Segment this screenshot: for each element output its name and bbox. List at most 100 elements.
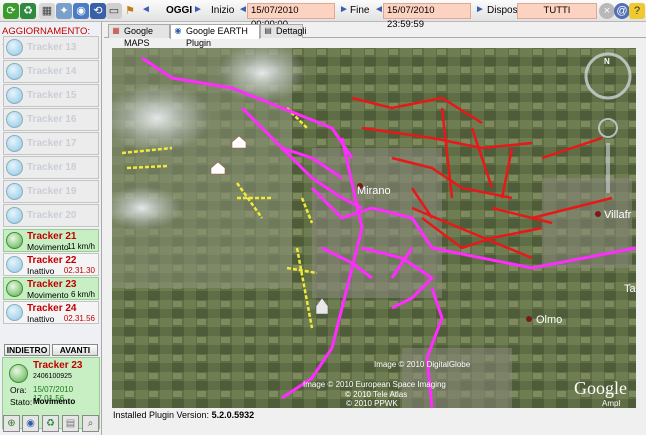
- end-next-button[interactable]: ►: [475, 4, 485, 15]
- place-label: Villafr: [604, 209, 632, 221]
- urban-area: [402, 348, 512, 408]
- tracker-status: Movimento: [27, 290, 69, 300]
- selected-tracker-name: Tracker 23: [33, 360, 83, 371]
- tracker-item[interactable]: Tracker 23 Movimento 6 km/h: [3, 277, 99, 300]
- end-datetime-field[interactable]: 15/07/2010 23:59:59: [383, 3, 471, 30]
- globe-icon[interactable]: ◉: [22, 415, 39, 432]
- tracker-inactive-icon: [6, 183, 23, 200]
- place-label: Olmo: [536, 314, 562, 326]
- tracker-item[interactable]: Tracker 19: [3, 180, 99, 203]
- calendar-icon[interactable]: ▦: [39, 3, 55, 19]
- place-dot-icon: [595, 211, 601, 217]
- tracker-item[interactable]: Tracker 24 Inattivo 02.31.56: [3, 301, 99, 324]
- tracker-item[interactable]: Tracker 21 Movimento 11 km/h: [3, 229, 99, 252]
- tracker-name: Tracker 23: [27, 279, 77, 290]
- monitor-icon[interactable]: ▭: [106, 3, 122, 19]
- map-tabs: ▦ Google MAPS ◉ Google EARTH Plugin ▤ De…: [104, 23, 646, 48]
- bottom-toolbar: ⊕ ◉ ♻ ▤ ⌕: [2, 415, 100, 433]
- tracker-item[interactable]: Tracker 17: [3, 132, 99, 155]
- tracker-name: Tracker 19: [27, 186, 77, 197]
- google-logo: Google: [574, 378, 627, 398]
- satellite-icon[interactable]: ✦: [56, 3, 72, 19]
- refresh-icon[interactable]: ⟳: [3, 3, 19, 19]
- start-next-button[interactable]: ►: [339, 4, 349, 15]
- details-icon: ▤: [264, 26, 272, 35]
- app-window: ⟳ ♻ ▦ ✦ ◉ ⟲ ▭ ⚑ ◄ OGGI ► Inizio ◄ 15/07/…: [0, 0, 646, 435]
- attribution-line: Image © 2010 European Space Imaging: [303, 380, 446, 389]
- document-icon[interactable]: ▤: [62, 415, 79, 432]
- tracker-name: Tracker 20: [27, 210, 77, 221]
- globe-icon[interactable]: ◉: [73, 3, 89, 19]
- locate-icon[interactable]: ⊕: [3, 415, 20, 432]
- tracker-name: Tracker 15: [27, 90, 77, 101]
- tracker-status: Inattivo: [27, 266, 55, 276]
- start-datetime-field[interactable]: 15/07/2010 00:00:00: [247, 3, 335, 30]
- compass-north-label: N: [604, 57, 610, 66]
- tracker-name: Tracker 21: [27, 231, 77, 242]
- tracker-inactive-icon: [6, 304, 23, 321]
- tracker-item[interactable]: Tracker 22 Inattivo 02.31.30: [3, 253, 99, 276]
- prev-day-button[interactable]: ◄: [141, 4, 151, 15]
- tracker-value: 02.31.56: [63, 314, 95, 323]
- tracker-item[interactable]: Tracker 16: [3, 108, 99, 131]
- back-button[interactable]: INDIETRO: [4, 344, 50, 356]
- tracker-active-icon: [9, 364, 28, 383]
- tracker-inactive-icon: [6, 87, 23, 104]
- tracker-item[interactable]: Tracker 18: [3, 156, 99, 179]
- tracker-name: Tracker 22: [27, 255, 77, 266]
- tracker-status: Inattivo: [27, 314, 55, 324]
- close-circle-icon[interactable]: ×: [599, 3, 615, 19]
- tracker-active-icon: [6, 232, 23, 249]
- time-label: Ora:: [10, 385, 27, 395]
- tracker-item[interactable]: Tracker 20: [3, 204, 99, 227]
- tracker-active-icon: [6, 280, 23, 297]
- status-value: Movimento: [33, 397, 76, 406]
- search-map-icon[interactable]: ⌕: [82, 415, 99, 432]
- tracker-name: Tracker 24: [27, 303, 77, 314]
- maps-icon: ▦: [112, 26, 120, 35]
- urban-area: [542, 178, 632, 268]
- tracker-name: Tracker 16: [27, 114, 77, 125]
- satellite-map[interactable]: Mirano Villafr Olmo Ta N Image © 2010 Di…: [112, 48, 636, 408]
- google-earth-map[interactable]: Mirano Villafr Olmo Ta N Image © 2010 Di…: [112, 48, 636, 408]
- tab-label: Google MAPS: [124, 26, 154, 48]
- start-label: Inizio: [211, 5, 235, 16]
- tab-label: Google EARTH Plugin: [186, 26, 248, 48]
- tracker-name: Tracker 17: [27, 138, 77, 149]
- tracker-inactive-icon: [6, 256, 23, 273]
- attribution-line: Image © 2010 DigitalGlobe: [374, 360, 471, 369]
- selected-tracker-id: 2406100925: [33, 373, 72, 380]
- end-label: Fine: [350, 5, 370, 16]
- email-icon[interactable]: @: [614, 3, 630, 19]
- tab-dettagli[interactable]: ▤ Dettagli: [260, 24, 307, 38]
- tracker-sidebar: AGGIORNAMENTO: 17.02.00 Tracker 13 Track…: [0, 22, 102, 435]
- tracker-value: 6 km/h: [70, 290, 95, 299]
- tracker-inactive-icon: [6, 111, 23, 128]
- place-label: Ta: [624, 283, 636, 295]
- zoom-slider-icon: [606, 143, 610, 193]
- today-button[interactable]: OGGI: [166, 5, 192, 16]
- forward-button[interactable]: AVANTI: [52, 344, 98, 356]
- run-icon[interactable]: ⚑: [122, 3, 138, 19]
- plugin-version-label: Installed Plugin Version:: [113, 410, 210, 420]
- tracker-item[interactable]: Tracker 14: [3, 60, 99, 83]
- tracker-inactive-icon: [6, 159, 23, 176]
- corner-label: Ampl: [602, 399, 620, 408]
- tracker-name: Tracker 18: [27, 162, 77, 173]
- tracker-status: Movimento: [27, 242, 69, 252]
- status-label: Stato:: [10, 397, 33, 407]
- tracker-item[interactable]: Tracker 15: [3, 84, 99, 107]
- recycle-icon[interactable]: ♻: [42, 415, 59, 432]
- earth-icon: ◉: [174, 26, 182, 35]
- help-balloon-icon[interactable]: ?: [629, 3, 645, 19]
- sync-icon[interactable]: ⟲: [90, 3, 106, 19]
- next-day-button[interactable]: ►: [193, 4, 203, 15]
- attribution-line: © 2010 Tele Atlas: [345, 390, 407, 399]
- tracker-name: Tracker 13: [27, 42, 77, 53]
- tracker-name: Tracker 14: [27, 66, 77, 77]
- tab-google-maps[interactable]: ▦ Google MAPS: [108, 24, 170, 48]
- tab-google-earth-plugin[interactable]: ◉ Google EARTH Plugin: [170, 24, 260, 48]
- recycle-icon[interactable]: ♻: [20, 3, 36, 19]
- tracker-item[interactable]: Tracker 13: [3, 36, 99, 59]
- devices-select[interactable]: TUTTI: [517, 3, 597, 19]
